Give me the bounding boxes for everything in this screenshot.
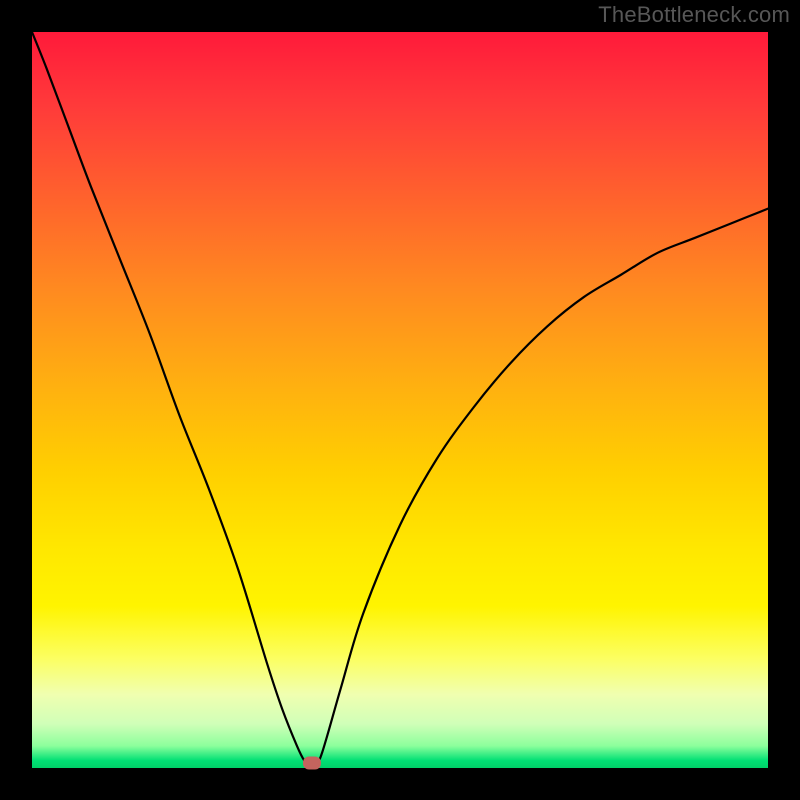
bottleneck-curve bbox=[32, 32, 768, 768]
optimum-marker bbox=[303, 757, 321, 770]
plot-area bbox=[32, 32, 768, 768]
chart-frame: TheBottleneck.com bbox=[0, 0, 800, 800]
watermark-text: TheBottleneck.com bbox=[598, 2, 790, 28]
